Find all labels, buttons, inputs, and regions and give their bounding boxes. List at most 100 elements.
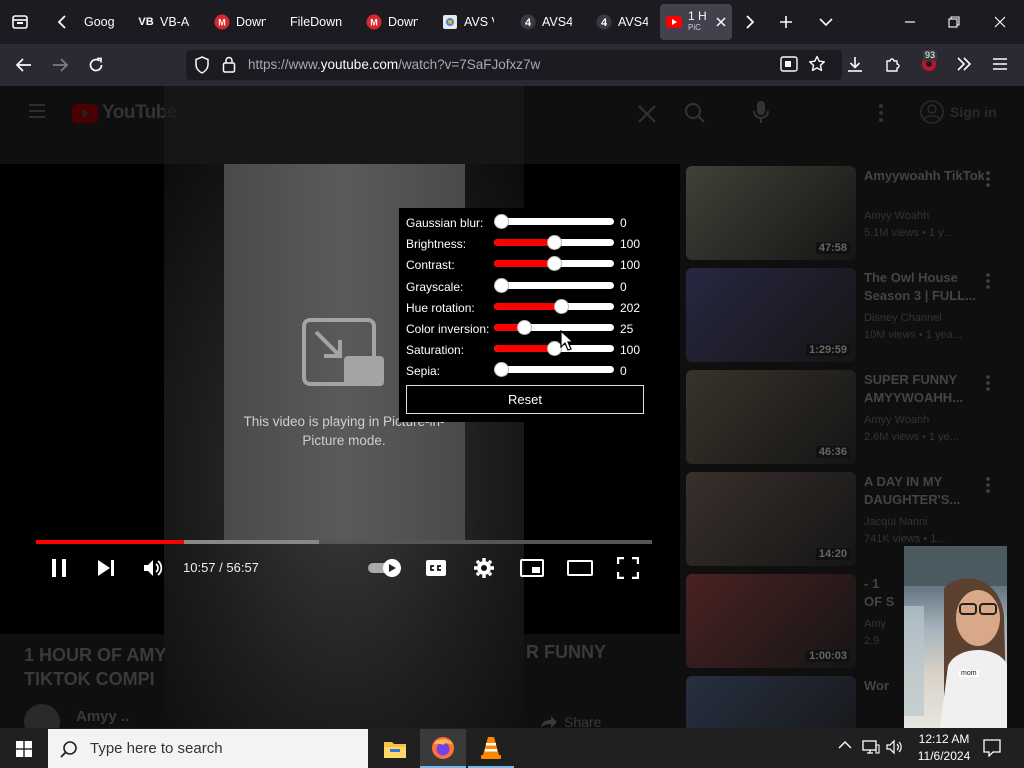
show-hidden-icons-button[interactable] — [838, 740, 852, 750]
tab-avs4you-2[interactable]: 4 AVS4Y — [590, 4, 654, 40]
video-duration-badge: 46:36 — [815, 446, 850, 458]
lock-icon[interactable] — [222, 56, 236, 73]
tab-avs-video[interactable]: AVS V — [436, 4, 500, 40]
filter-slider[interactable] — [494, 341, 614, 357]
taskbar-clock[interactable]: 12:12 AM 11/6/2024 — [906, 731, 982, 765]
filter-slider[interactable] — [494, 320, 614, 335]
bookmark-star-icon[interactable] — [808, 55, 826, 73]
restore-button[interactable] — [934, 6, 974, 38]
video-channel[interactable]: Jacqui Nanni — [864, 516, 928, 528]
volume-tray-icon[interactable] — [886, 739, 904, 755]
filter-slider[interactable] — [494, 214, 614, 229]
minimize-button[interactable] — [890, 6, 930, 38]
filter-slider[interactable] — [494, 256, 614, 272]
video-title[interactable]: SUPER FUNNY — [864, 372, 984, 387]
youtube-logo[interactable]: YouTube — [72, 102, 177, 124]
scroll-tabs-right-button[interactable] — [736, 8, 764, 36]
tab-google[interactable]: Goog — [78, 4, 126, 40]
sign-in-button[interactable]: Sign in — [920, 100, 997, 124]
filter-slider[interactable] — [494, 277, 614, 293]
taskbar-vlc[interactable] — [468, 729, 514, 768]
video-channel[interactable]: Amy — [864, 618, 886, 630]
url-text[interactable]: https://www.youtube.com/watch?v=7SaFJofx… — [248, 57, 540, 72]
close-window-button[interactable] — [980, 6, 1020, 38]
next-button[interactable] — [96, 558, 116, 578]
fullscreen-button[interactable] — [617, 557, 639, 579]
video-channel[interactable]: Disney Channel — [864, 312, 942, 324]
video-title[interactable]: A DAY IN MY — [864, 474, 984, 489]
video-channel[interactable]: Amyy Woahh — [864, 210, 929, 222]
list-all-tabs-button[interactable] — [812, 8, 840, 36]
overflow-menu-icon[interactable] — [956, 57, 972, 71]
more-actions-icon[interactable] — [985, 170, 991, 188]
subtitles-button[interactable] — [425, 559, 447, 577]
autoplay-icon — [368, 559, 401, 577]
hamburger-menu-icon[interactable] — [992, 57, 1008, 71]
search-icon[interactable] — [684, 102, 706, 124]
filter-slider-thumb[interactable] — [494, 277, 509, 293]
more-actions-icon[interactable] — [985, 476, 991, 494]
filter-slider-thumb[interactable] — [517, 320, 532, 335]
filter-slider-thumb[interactable] — [547, 256, 562, 272]
guide-menu-icon[interactable] — [28, 104, 46, 118]
close-tab-icon[interactable] — [716, 17, 726, 27]
filter-slider-thumb[interactable] — [547, 235, 562, 251]
filter-slider[interactable] — [494, 362, 614, 378]
taskbar-search-box[interactable]: Type here to search — [48, 729, 368, 768]
start-button[interactable] — [0, 729, 48, 768]
reader-view-icon[interactable] — [780, 56, 798, 72]
tab-mega-2[interactable]: M Down — [360, 4, 424, 40]
tracking-protection-icon[interactable] — [194, 56, 210, 74]
settings-dots-icon[interactable] — [878, 103, 884, 123]
reset-button[interactable]: Reset — [406, 385, 644, 414]
notification-center-icon[interactable] — [983, 739, 1001, 757]
scroll-tabs-left-button[interactable] — [48, 8, 76, 36]
channel-name[interactable]: Amyy .. — [76, 708, 129, 725]
video-title[interactable]: Amyywoahh TikTok... — [864, 168, 984, 183]
forward-button[interactable] — [46, 52, 74, 78]
share-button[interactable]: Share — [540, 714, 601, 728]
progress-bar[interactable] — [36, 540, 652, 544]
pip-video-window[interactable]: mom — [904, 546, 1007, 728]
filter-slider[interactable] — [494, 298, 614, 314]
sidebar-video-card[interactable]: 46:36 SUPER FUNNY AMYYWOAHH... Amyy Woahh 2.… — [686, 370, 1016, 464]
extensions-puzzle-icon[interactable] — [884, 55, 902, 73]
filter-slider-thumb[interactable] — [494, 362, 509, 378]
downloads-icon[interactable] — [846, 55, 864, 73]
tab-vb[interactable]: VB VB-Ai — [132, 4, 196, 40]
microphone-icon[interactable] — [753, 100, 769, 124]
sidebar-video-card[interactable]: 47:58 Amyywoahh TikTok... Amyy Woahh 5.1M v… — [686, 166, 1016, 260]
sidebar-video-card[interactable]: 1:29:59 The Owl House Season 3 | FULL... Di… — [686, 268, 1016, 362]
channel-avatar[interactable] — [24, 704, 60, 728]
filter-slider[interactable] — [494, 235, 614, 251]
taskbar-firefox[interactable] — [420, 729, 466, 768]
video-title[interactable]: The Owl House — [864, 270, 984, 285]
miniplayer-button[interactable] — [520, 559, 544, 577]
network-icon[interactable] — [862, 739, 880, 755]
video-channel[interactable]: Amyy Woahh — [864, 414, 929, 426]
new-tab-button[interactable] — [772, 8, 800, 36]
filter-slider-thumb[interactable] — [494, 214, 509, 229]
filter-slider-thumb[interactable] — [554, 298, 569, 314]
clear-search-icon[interactable] — [637, 104, 657, 124]
more-actions-icon[interactable] — [985, 374, 991, 392]
taskbar-file-explorer[interactable] — [372, 729, 418, 768]
extension-button[interactable]: 93 — [920, 50, 940, 74]
mute-button[interactable] — [142, 557, 164, 579]
more-actions-icon[interactable] — [985, 272, 991, 290]
theater-mode-button[interactable] — [567, 560, 593, 576]
tab-youtube-active[interactable]: 1 H PiC — [660, 4, 732, 40]
video-title-line2[interactable]: AMYYWOAHH... — [864, 390, 984, 405]
video-thumbnail[interactable] — [686, 676, 856, 728]
video-title-line2[interactable]: Season 3 | FULL... — [864, 288, 984, 303]
tab-filedown[interactable]: FileDown — [284, 4, 348, 40]
pause-button[interactable] — [50, 558, 68, 578]
autoplay-toggle[interactable] — [368, 558, 404, 578]
video-title-line2[interactable]: DAUGHTER'S... — [864, 492, 984, 507]
settings-button[interactable] — [473, 557, 495, 579]
firefox-view-button[interactable] — [6, 8, 34, 36]
back-button[interactable] — [10, 52, 38, 78]
reload-button[interactable] — [82, 52, 110, 78]
tab-mega-1[interactable]: M Down — [208, 4, 272, 40]
tab-avs4you-1[interactable]: 4 AVS4Y — [514, 4, 578, 40]
